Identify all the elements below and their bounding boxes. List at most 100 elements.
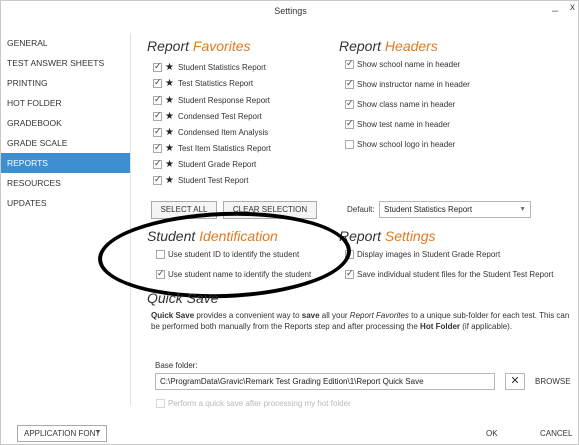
sidebar-item-grade-scale[interactable]: GRADE SCALE xyxy=(1,133,130,153)
chevron-down-icon: ▼ xyxy=(519,206,526,213)
display-images-option[interactable]: Display images in Student Grade Report xyxy=(345,248,500,261)
header-option-label: Show school name in header xyxy=(357,60,461,69)
sidebar-item-updates[interactable]: UPDATES xyxy=(1,193,130,213)
sidebar-item-gradebook[interactable]: GRADEBOOK xyxy=(1,113,130,133)
star-icon: ★ xyxy=(165,61,174,73)
favorite-label: Condensed Item Analysis xyxy=(177,128,269,137)
browse-button[interactable]: BROWSE xyxy=(535,377,571,386)
heading-part: Report xyxy=(147,38,193,54)
option-label: Save individual student files for the St… xyxy=(357,270,554,279)
sidebar-item-hot-folder[interactable]: HOT FOLDER xyxy=(1,93,130,113)
sidebar-item-general[interactable]: GENERAL xyxy=(1,33,130,53)
star-icon: ★ xyxy=(165,94,174,106)
checkbox[interactable] xyxy=(153,77,162,88)
favorite-label: Student Statistics Report xyxy=(177,63,267,72)
star-icon: ★ xyxy=(165,110,174,122)
heading-accent: Favorites xyxy=(192,38,251,54)
base-folder-label: Base folder: xyxy=(155,361,198,370)
default-report-select[interactable]: Student Statistics Report ▼ xyxy=(379,201,531,218)
favorite-label: Test Statistics Report xyxy=(177,79,254,88)
header-test-name[interactable]: Show test name in header xyxy=(345,118,450,131)
checkbox[interactable] xyxy=(345,58,354,69)
chevron-down-icon: ▼ xyxy=(95,430,101,436)
checkbox[interactable] xyxy=(156,399,165,408)
checkbox[interactable] xyxy=(345,140,354,149)
sidebar-item-printing[interactable]: PRINTING xyxy=(1,73,130,93)
sidebar: GENERAL TEST ANSWER SHEETS PRINTING HOT … xyxy=(1,33,131,405)
checkbox[interactable] xyxy=(153,174,162,185)
text-run: all your xyxy=(319,311,350,320)
star-icon: ★ xyxy=(165,77,174,89)
star-icon: ★ xyxy=(165,142,174,154)
cancel-button[interactable]: CANCEL xyxy=(540,429,572,438)
text-run: (if applicable). xyxy=(460,322,513,331)
favorite-student-test[interactable]: ★Student Test Report xyxy=(153,174,249,187)
favorite-condensed-item-analysis[interactable]: ★Condensed Item Analysis xyxy=(153,126,268,139)
option-label: Perform a quick save after processing my… xyxy=(168,399,351,408)
ok-button[interactable]: OK xyxy=(486,429,498,438)
checkbox[interactable] xyxy=(153,142,162,153)
star-icon: ★ xyxy=(165,158,174,170)
highlight-ellipse xyxy=(96,207,353,303)
header-school-name[interactable]: Show school name in header xyxy=(345,58,460,71)
favorite-label: Test Item Statistics Report xyxy=(177,144,271,153)
sidebar-item-reports[interactable]: REPORTS xyxy=(1,153,130,173)
text-run: Report Favorites xyxy=(349,311,409,320)
checkbox[interactable] xyxy=(345,98,354,109)
heading-part: Report xyxy=(339,38,385,54)
close-button[interactable]: x xyxy=(570,1,578,15)
favorite-student-grade[interactable]: ★Student Grade Report xyxy=(153,158,256,171)
sidebar-item-test-answer-sheets[interactable]: TEST ANSWER SHEETS xyxy=(1,53,130,73)
report-favorites-heading: Report Favorites xyxy=(147,38,251,54)
text-run: provides a convenient way to xyxy=(194,311,302,320)
checkbox[interactable] xyxy=(153,61,162,72)
sidebar-item-resources[interactable]: RESOURCES xyxy=(1,173,130,193)
favorite-label: Student Grade Report xyxy=(177,160,257,169)
quick-save-description: Quick Save provides a convenient way to … xyxy=(151,310,576,332)
favorite-student-response[interactable]: ★Student Response Report xyxy=(153,94,270,107)
header-option-label: Show class name in header xyxy=(357,100,456,109)
favorite-label: Student Response Report xyxy=(177,96,271,105)
app-font-label: APPLICATION FONT xyxy=(24,429,101,438)
star-icon: ★ xyxy=(165,126,174,138)
text-run: Hot Folder xyxy=(420,322,461,331)
text-run: save xyxy=(301,311,320,320)
checkbox[interactable] xyxy=(153,94,162,105)
minimize-button[interactable]: – xyxy=(548,1,562,21)
save-individual-files-option[interactable]: Save individual student files for the St… xyxy=(345,268,553,281)
application-font-button[interactable]: APPLICATION FONT ▼ xyxy=(17,425,107,442)
favorite-condensed-test[interactable]: ★Condensed Test Report xyxy=(153,110,262,123)
header-instructor-name[interactable]: Show instructor name in header xyxy=(345,78,470,91)
checkbox[interactable] xyxy=(153,110,162,121)
window-title: Settings xyxy=(274,6,307,16)
header-option-label: Show instructor name in header xyxy=(357,80,470,89)
clear-folder-icon[interactable]: ✕ xyxy=(505,373,525,390)
report-headers-heading: Report Headers xyxy=(339,38,438,54)
heading-accent: Headers xyxy=(384,38,438,54)
favorite-student-statistics[interactable]: ★Student Statistics Report xyxy=(153,61,266,74)
star-icon: ★ xyxy=(165,174,174,186)
option-label: Display images in Student Grade Report xyxy=(357,250,501,259)
checkbox[interactable] xyxy=(345,268,354,279)
checkbox[interactable] xyxy=(345,78,354,89)
text-run: Quick Save xyxy=(151,311,195,320)
favorite-test-statistics[interactable]: ★Test Statistics Report xyxy=(153,77,253,90)
default-report-value: Student Statistics Report xyxy=(384,205,473,214)
favorite-label: Student Test Report xyxy=(177,176,249,185)
hotfolder-quicksave-option[interactable]: Perform a quick save after processing my… xyxy=(156,397,351,410)
favorite-label: Condensed Test Report xyxy=(177,112,262,121)
base-folder-input[interactable]: C:\ProgramData\Gravic\Remark Test Gradin… xyxy=(155,373,495,390)
header-option-label: Show test name in header xyxy=(357,120,450,129)
header-class-name[interactable]: Show class name in header xyxy=(345,98,455,111)
heading-accent: Settings xyxy=(384,228,436,244)
checkbox[interactable] xyxy=(153,158,162,169)
quick-save-heading: Quick Save xyxy=(147,290,219,306)
checkbox[interactable] xyxy=(153,126,162,137)
settings-window: Settings – x GENERAL TEST ANSWER SHEETS … xyxy=(0,0,579,445)
header-option-label: Show school logo in header xyxy=(357,140,456,149)
favorite-test-item-statistics[interactable]: ★Test Item Statistics Report xyxy=(153,142,271,155)
report-settings-heading: Report Settings xyxy=(339,228,436,244)
header-school-logo[interactable]: Show school logo in header xyxy=(345,138,455,151)
checkbox[interactable] xyxy=(345,118,354,129)
default-label: Default: xyxy=(347,205,375,214)
